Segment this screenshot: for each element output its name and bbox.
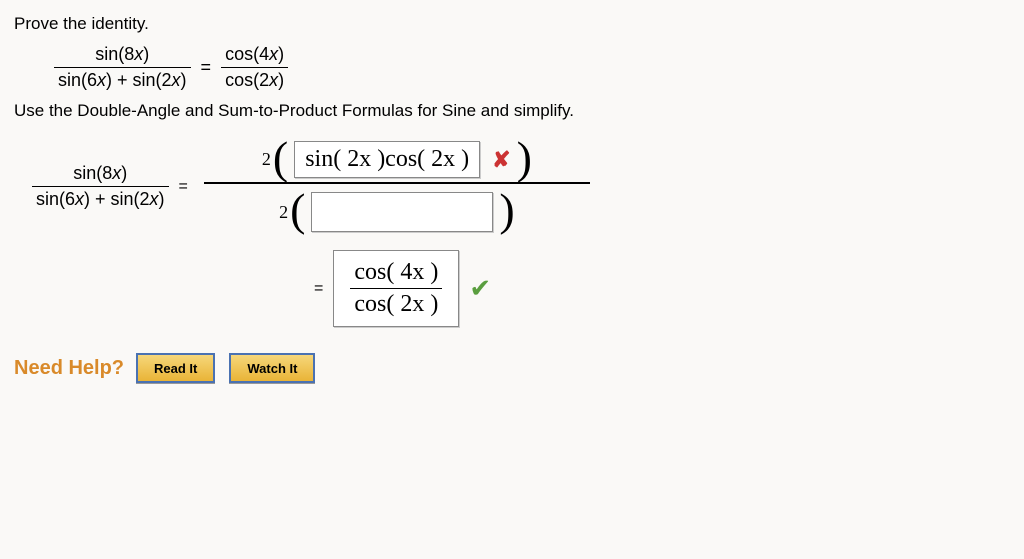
watch-it-button[interactable]: Watch It xyxy=(229,353,315,383)
numerator-answer-input[interactable]: sin( 2x )cos( 2x ) xyxy=(294,141,480,178)
equals-sign: = xyxy=(179,178,188,196)
identity-equation: sin(8x) sin(6x) + sin(2x) = cos(4x) cos(… xyxy=(54,44,1010,91)
denominator-answer-input[interactable] xyxy=(311,192,493,232)
correct-icon: ✔ xyxy=(469,273,491,304)
final-numerator: cos( 4x ) xyxy=(350,259,442,288)
instruction-text: Use the Double-Angle and Sum-to-Product … xyxy=(14,101,1010,121)
equals-sign: = xyxy=(201,57,212,78)
final-denominator: cos( 2x ) xyxy=(350,288,442,318)
help-row: Need Help? Read It Watch It xyxy=(14,353,1010,383)
final-step-row: = cos( 4x ) cos( 2x ) ✔ xyxy=(314,250,1010,327)
incorrect-icon: ✘ xyxy=(492,147,510,173)
identity-rhs-num: cos(4x) xyxy=(221,44,288,67)
question-prompt: Prove the identity. xyxy=(14,14,1010,34)
need-help-label: Need Help? xyxy=(14,357,124,380)
final-answer-input[interactable]: cos( 4x ) cos( 2x ) xyxy=(333,250,459,327)
identity-lhs-num: sin(8x) xyxy=(54,44,191,67)
numerator-factor: 2 xyxy=(262,149,271,170)
equals-sign: = xyxy=(314,280,323,298)
identity-rhs-den: cos(2x) xyxy=(221,67,288,91)
identity-lhs-den: sin(6x) + sin(2x) xyxy=(54,67,191,91)
step1-lhs-den: sin(6x) + sin(2x) xyxy=(32,186,169,210)
step1-lhs-num: sin(8x) xyxy=(32,163,169,186)
step-1-row: sin(8x) sin(6x) + sin(2x) = 2 ( sin( 2x … xyxy=(32,137,1010,236)
denominator-factor: 2 xyxy=(279,202,288,223)
read-it-button[interactable]: Read It xyxy=(136,353,215,383)
